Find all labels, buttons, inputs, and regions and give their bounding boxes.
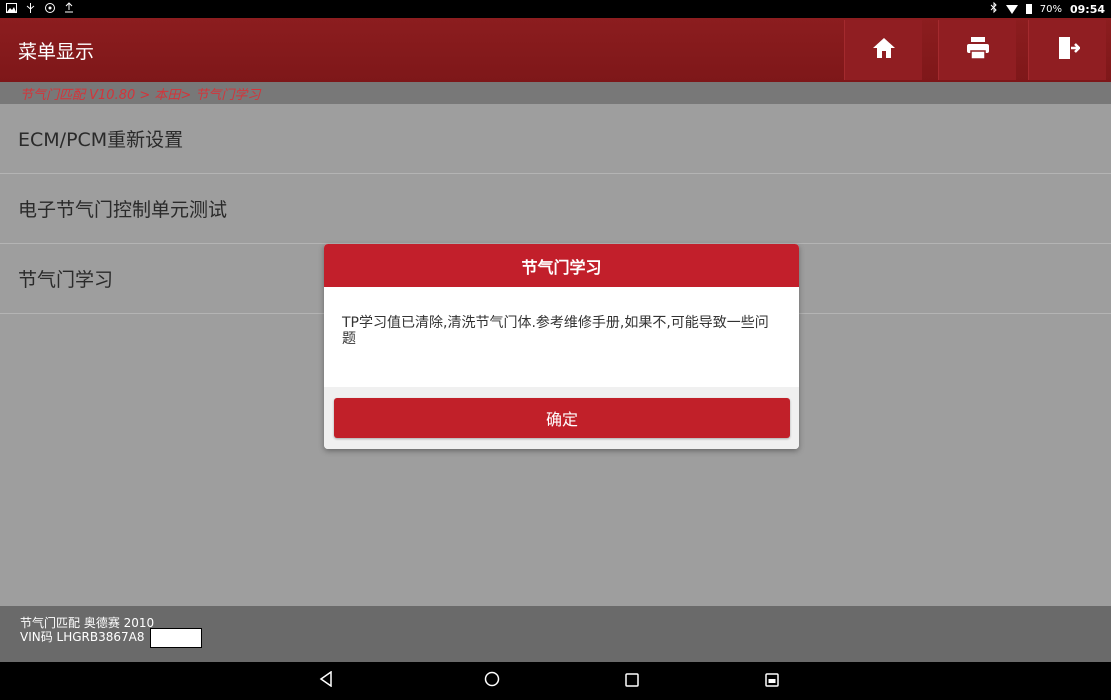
nav-home-button[interactable] bbox=[480, 670, 504, 692]
menu-item-throttle-test[interactable]: 电子节气门控制单元测试 bbox=[0, 174, 1111, 244]
ok-button[interactable]: 确定 bbox=[334, 398, 790, 438]
home-circle-icon bbox=[484, 671, 500, 691]
back-button[interactable] bbox=[314, 670, 338, 692]
breadcrumb: 节气门匹配 V10.80 > 本田> 节气门学习 bbox=[0, 82, 1111, 104]
screenshot-icon bbox=[765, 672, 779, 691]
print-button[interactable] bbox=[938, 20, 1016, 80]
exit-icon bbox=[1056, 36, 1081, 64]
vehicle-info-footer: 节气门匹配 奥德赛 2010 VIN码 LHGRB3867A8 bbox=[0, 606, 1111, 662]
recent-square-icon bbox=[625, 672, 639, 691]
throttle-learn-dialog: 节气门学习 TP学习值已清除,清洗节气门体.参考维修手册,如果不,可能导致一些问… bbox=[324, 244, 799, 449]
battery-icon bbox=[1025, 4, 1032, 14]
menu-item-label: 电子节气门控制单元测试 bbox=[18, 199, 228, 221]
upload-icon bbox=[64, 2, 74, 16]
home-button[interactable] bbox=[844, 20, 922, 80]
gallery-icon bbox=[6, 2, 17, 16]
dialog-button-row: 确定 bbox=[324, 387, 799, 449]
redaction-box bbox=[150, 628, 202, 648]
menu-item-label: 节气门学习 bbox=[18, 269, 114, 291]
dialog-message: TP学习值已清除,清洗节气门体.参考维修手册,如果不,可能导致一些问题 bbox=[342, 315, 769, 347]
dialog-title: 节气门学习 bbox=[324, 244, 799, 287]
battery-percent: 70% bbox=[1039, 3, 1062, 15]
page-title: 菜单显示 bbox=[18, 41, 95, 63]
settings-icon bbox=[44, 2, 56, 17]
bluetooth-icon bbox=[990, 1, 998, 16]
menu-item-label: ECM/PCM重新设置 bbox=[18, 129, 184, 151]
back-triangle-icon bbox=[319, 670, 333, 691]
clock: 09:54 bbox=[1069, 2, 1105, 16]
status-left-icons bbox=[6, 2, 74, 17]
usb-icon bbox=[25, 2, 36, 16]
app-header: 菜单显示 bbox=[0, 18, 1111, 82]
exit-button[interactable] bbox=[1028, 20, 1106, 80]
menu-item-ecm-reset[interactable]: ECM/PCM重新设置 bbox=[0, 104, 1111, 174]
wifi-icon bbox=[1005, 4, 1018, 14]
status-bar: 70% 09:54 bbox=[0, 0, 1111, 18]
status-right-icons: 70% 09:54 bbox=[990, 1, 1105, 16]
recent-apps-button[interactable] bbox=[620, 670, 644, 692]
navigation-bar bbox=[0, 662, 1111, 700]
screenshot-button[interactable] bbox=[760, 670, 784, 692]
print-icon bbox=[966, 36, 990, 64]
home-icon bbox=[872, 37, 896, 63]
